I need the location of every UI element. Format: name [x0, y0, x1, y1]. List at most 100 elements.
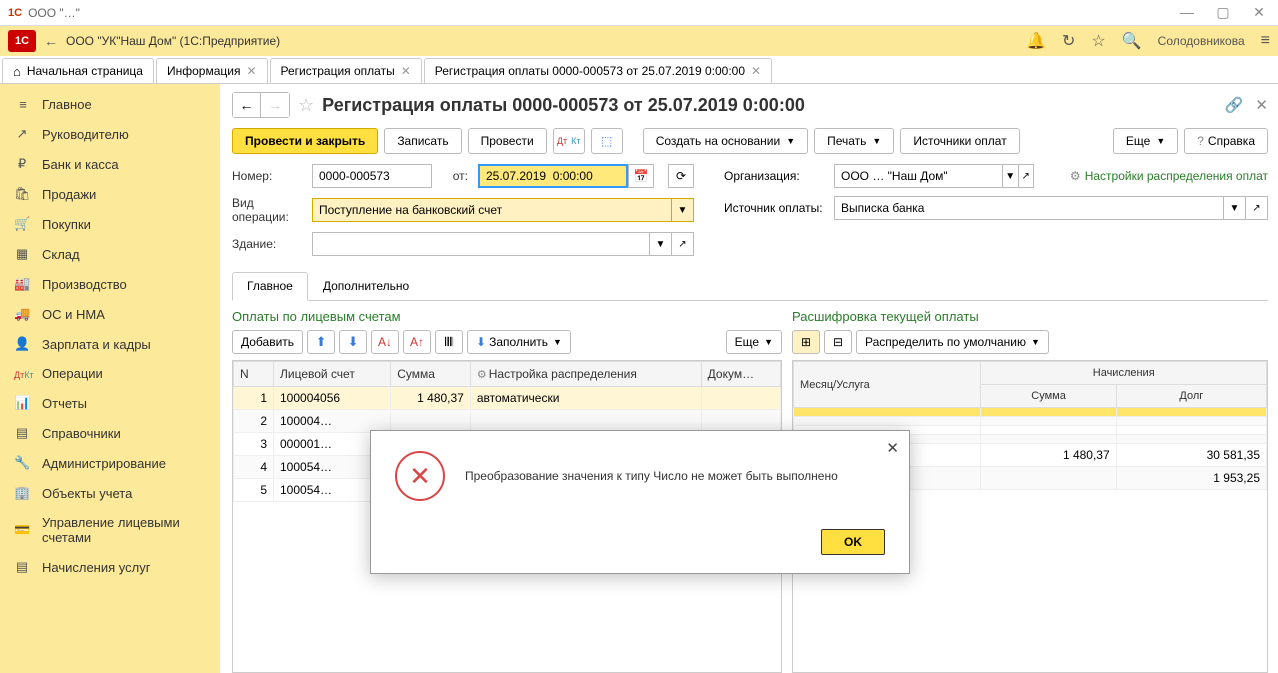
sidebar-item-purchases[interactable]: 🛒Покупки	[0, 209, 220, 239]
minimize-button[interactable]: —	[1176, 4, 1198, 21]
expand-button[interactable]: ⊞	[792, 330, 820, 354]
back-arrow[interactable]: ←	[44, 33, 58, 49]
close-window-button[interactable]: ✕	[1248, 4, 1270, 21]
tab-home[interactable]: ⌂ Начальная страница	[2, 58, 154, 83]
col-doc[interactable]: Докум…	[701, 362, 780, 387]
subtab-extra[interactable]: Дополнительно	[308, 272, 424, 300]
org-input[interactable]	[834, 164, 1003, 188]
link-icon[interactable]: 🔗	[1225, 96, 1244, 114]
nav-forward[interactable]: →	[261, 93, 289, 117]
bars-icon: 📊	[14, 395, 30, 411]
search-icon[interactable]: 🔍	[1122, 31, 1142, 51]
col-sum[interactable]: Сумма	[391, 362, 471, 387]
table-row[interactable]: 11000040561 480,37автоматически	[234, 387, 781, 410]
building-input[interactable]	[312, 232, 650, 256]
col-breakdown-sum[interactable]: Сумма	[981, 385, 1116, 408]
sidebar-item-sales[interactable]: 🛍Продажи	[0, 179, 220, 209]
source-input[interactable]	[834, 196, 1224, 220]
left-more-button[interactable]: Еще▼	[726, 330, 782, 354]
gear-icon: ⚙	[1070, 169, 1081, 183]
box-icon: ▦	[14, 246, 30, 262]
date-input[interactable]	[478, 164, 628, 188]
sidebar-item-accounts[interactable]: 💳Управление лицевыми счетами	[0, 508, 220, 552]
building-dropdown[interactable]: ▼	[650, 232, 672, 256]
col-charges[interactable]: Начисления	[981, 362, 1267, 385]
history-icon[interactable]: ↻	[1062, 31, 1075, 51]
move-up-button[interactable]: ⬆	[307, 330, 335, 354]
error-icon: ✕	[395, 451, 445, 501]
col-dist[interactable]: ⚙Настройка распределения	[470, 362, 701, 387]
calendar-icon[interactable]: 📅	[628, 164, 654, 188]
tab-payment-doc[interactable]: Регистрация оплаты 0000-000573 от 25.07.…	[424, 58, 772, 83]
sidebar-item-main[interactable]: ≡Главное	[0, 90, 220, 119]
building-open[interactable]: ↗	[672, 232, 694, 256]
dtkt-button[interactable]: ДтКт	[553, 128, 585, 154]
sidebar-item-production[interactable]: 🏭Производство	[0, 269, 220, 299]
more-button[interactable]: Еще▼	[1113, 128, 1178, 154]
source-open[interactable]: ↗	[1246, 196, 1268, 220]
tab-payment-reg[interactable]: Регистрация оплаты ✕	[270, 58, 422, 83]
tab-close-icon[interactable]: ✕	[401, 64, 411, 78]
sidebar-item-manager[interactable]: ↗Руководителю	[0, 119, 220, 149]
sidebar-item-operations[interactable]: ДтКтОперации	[0, 359, 220, 388]
col-account[interactable]: Лицевой счет	[274, 362, 391, 387]
payment-sources-button[interactable]: Источники оплат	[900, 128, 1019, 154]
tab-info[interactable]: Информация ✕	[156, 58, 268, 83]
subtab-main[interactable]: Главное	[232, 272, 308, 301]
post-button[interactable]: Провести	[468, 128, 547, 154]
star-icon[interactable]: ☆	[1091, 31, 1105, 51]
move-down-button[interactable]: ⬇	[339, 330, 367, 354]
ok-button[interactable]: OK	[821, 529, 885, 555]
sort-desc-button[interactable]: A↑	[403, 330, 431, 354]
user-name[interactable]: Солодовникова	[1158, 34, 1245, 48]
org-dropdown[interactable]: ▼	[1003, 164, 1019, 188]
create-based-button[interactable]: Создать на основании▼	[643, 128, 808, 154]
sidebar-item-assets[interactable]: 🚚ОС и НМА	[0, 299, 220, 329]
distribute-default-button[interactable]: Распределить по умолчанию▼	[856, 330, 1049, 354]
add-row-button[interactable]: Добавить	[232, 330, 303, 354]
sidebar-item-objects[interactable]: 🏢Объекты учета	[0, 478, 220, 508]
col-n[interactable]: N	[234, 362, 274, 387]
help-button[interactable]: ? Справка	[1184, 128, 1268, 154]
table-row[interactable]	[794, 408, 1267, 417]
error-dialog: ✕ ✕ Преобразование значения к типу Число…	[370, 430, 910, 574]
favorite-icon[interactable]: ☆	[298, 95, 314, 116]
post-and-close-button[interactable]: Провести и закрыть	[232, 128, 378, 154]
cart-icon: 🛒	[14, 216, 30, 232]
sidebar-item-hr[interactable]: 👤Зарплата и кадры	[0, 329, 220, 359]
source-dropdown[interactable]: ▼	[1224, 196, 1246, 220]
number-input[interactable]	[312, 164, 432, 188]
barcode-button[interactable]: 𝄃𝄃𝄃	[435, 330, 463, 354]
tab-close-icon[interactable]: ✕	[751, 64, 761, 78]
source-label: Источник оплаты:	[724, 201, 824, 215]
table-row[interactable]	[794, 417, 1267, 426]
structure-button[interactable]: ⬚	[591, 128, 623, 154]
close-form-icon[interactable]: ✕	[1255, 96, 1268, 114]
bell-icon[interactable]: 🔔	[1026, 31, 1046, 51]
optype-dropdown[interactable]: ▼	[672, 198, 694, 222]
distribution-settings-link[interactable]: ⚙ Настройки распределения оплат	[1070, 169, 1268, 183]
sidebar-item-bank[interactable]: ₽Банк и касса	[0, 149, 220, 179]
print-button[interactable]: Печать▼	[814, 128, 894, 154]
optype-input[interactable]	[312, 198, 672, 222]
col-debt[interactable]: Долг	[1116, 385, 1266, 408]
date-label: от:	[442, 169, 468, 183]
tab-close-icon[interactable]: ✕	[246, 64, 256, 78]
refresh-icon[interactable]: ⟳	[668, 164, 694, 188]
nav-back[interactable]: ←	[233, 93, 261, 117]
org-open[interactable]: ↗	[1019, 164, 1035, 188]
menu-icon[interactable]: ≡	[1261, 32, 1270, 50]
wrench-icon: 🔧	[14, 455, 30, 471]
sort-asc-button[interactable]: A↓	[371, 330, 399, 354]
collapse-button[interactable]: ⊟	[824, 330, 852, 354]
sidebar-item-admin[interactable]: 🔧Администрирование	[0, 448, 220, 478]
fill-button[interactable]: ⬇ Заполнить▼	[467, 330, 571, 354]
sidebar-item-stock[interactable]: ▦Склад	[0, 239, 220, 269]
save-button[interactable]: Записать	[384, 128, 461, 154]
col-month[interactable]: Месяц/Услуга	[794, 362, 981, 408]
dialog-close-icon[interactable]: ✕	[886, 439, 899, 457]
sidebar-item-reports[interactable]: 📊Отчеты	[0, 388, 220, 418]
sidebar-item-catalogs[interactable]: ▤Справочники	[0, 418, 220, 448]
maximize-button[interactable]: ▢	[1212, 4, 1234, 21]
sidebar-item-charges[interactable]: ▤Начисления услуг	[0, 552, 220, 582]
